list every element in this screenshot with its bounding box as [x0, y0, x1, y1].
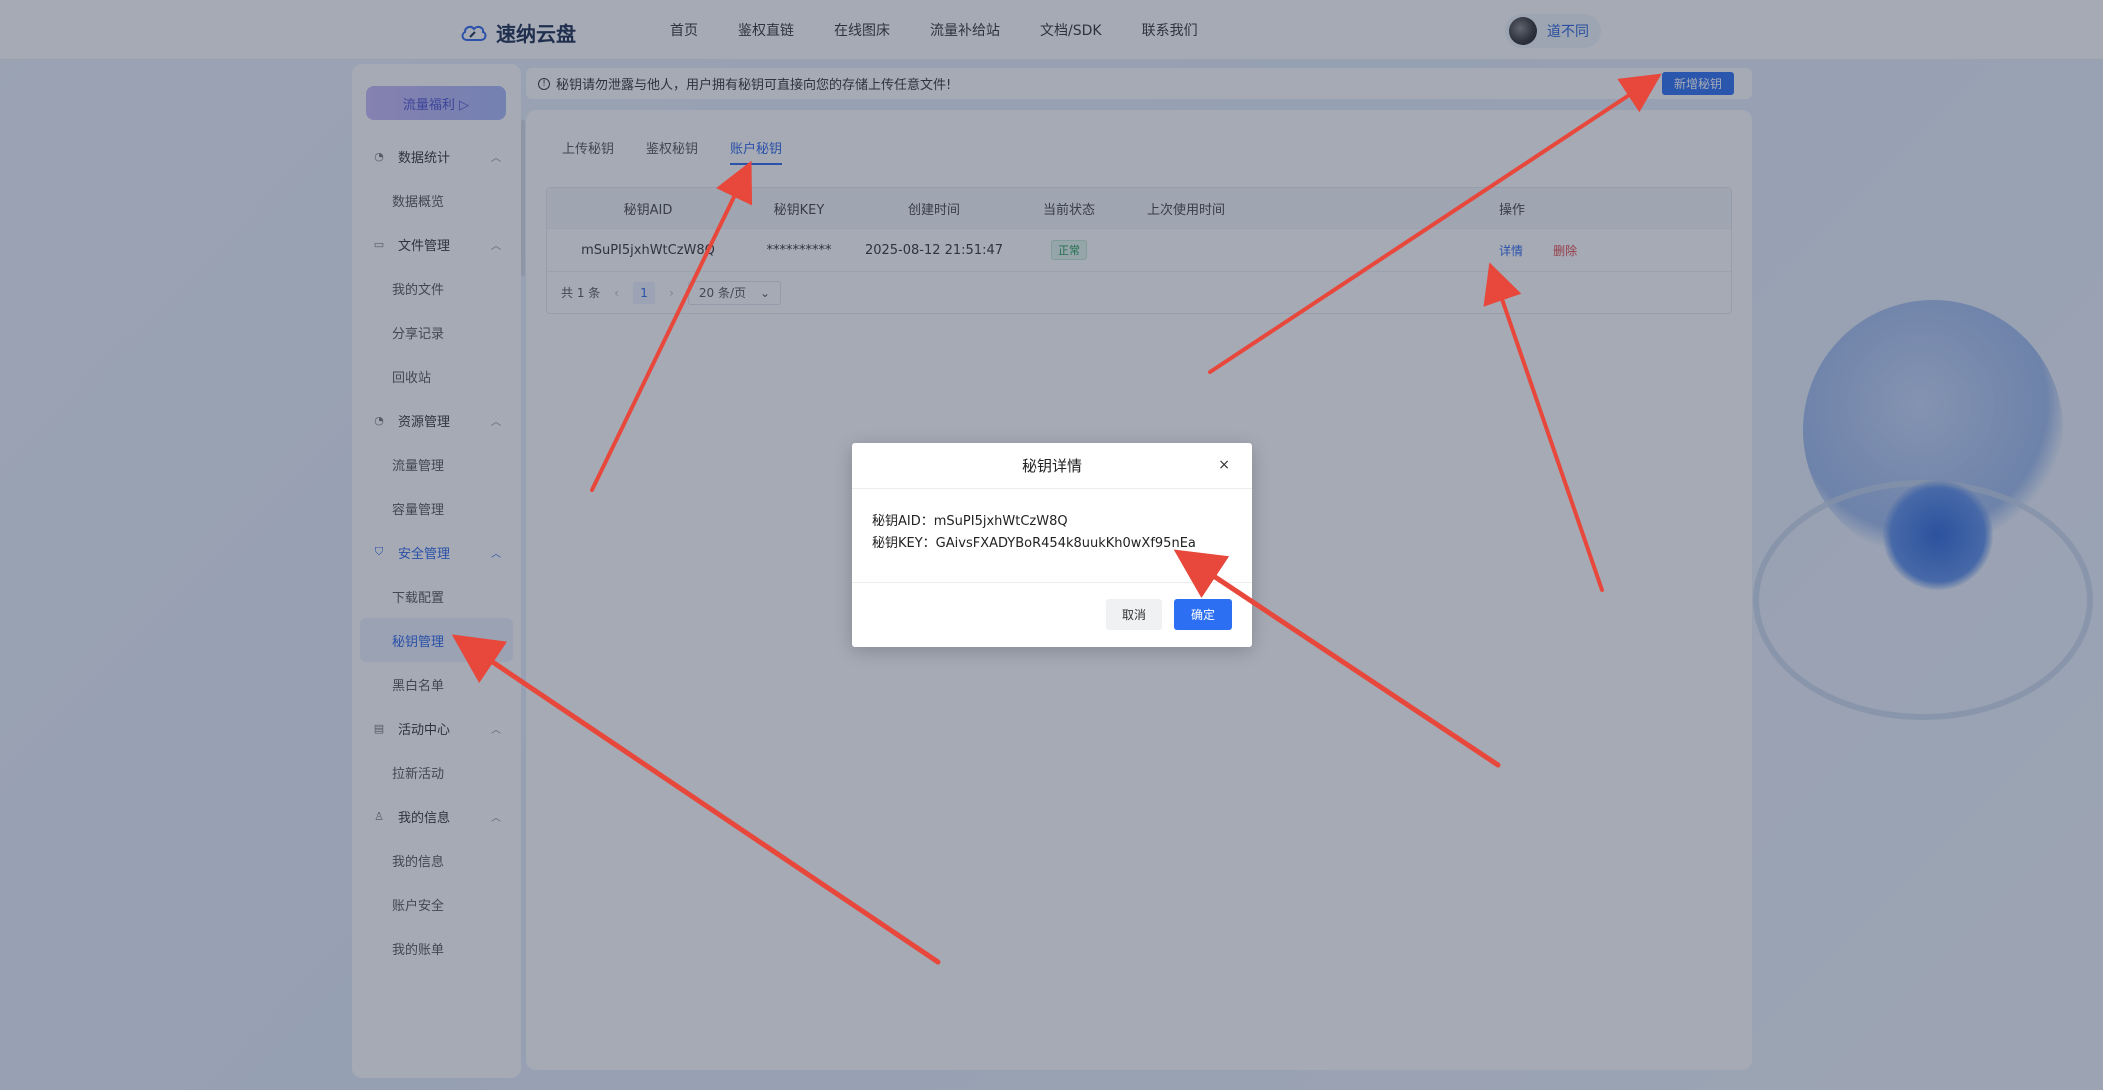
dialog-title: 秘钥详情 [1021, 457, 1082, 475]
close-icon[interactable]: × [1218, 457, 1230, 473]
key-line: 秘钥KEY：GAivsFXADYBoR454k8uukKh0wXf95nEa [872, 536, 1196, 551]
dialog-footer: 取消 确定 [852, 583, 1252, 645]
dialog-body: 秘钥AID：mSuPI5jxhWtCzW8Q 秘钥KEY：GAivsFXADYB… [852, 489, 1252, 583]
aid-line: 秘钥AID：mSuPI5jxhWtCzW8Q [872, 514, 1068, 529]
cancel-button[interactable]: 取消 [1105, 598, 1162, 630]
key-detail-dialog: 秘钥详情 × 秘钥AID：mSuPI5jxhWtCzW8Q 秘钥KEY：GAiv… [852, 443, 1252, 647]
confirm-button[interactable]: 确定 [1173, 598, 1232, 630]
dialog-header: 秘钥详情 × [852, 443, 1252, 489]
